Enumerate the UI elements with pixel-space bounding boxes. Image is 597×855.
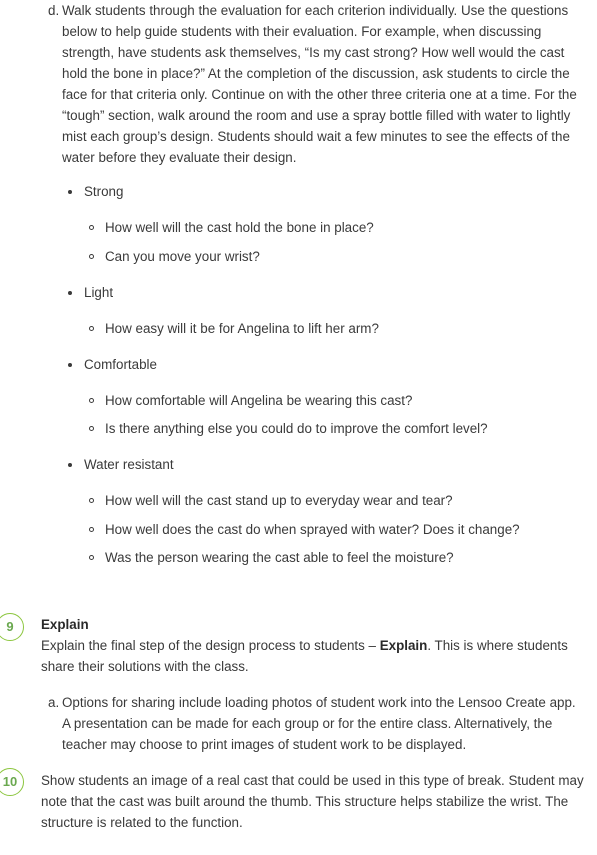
- question-item: Was the person wearing the cast able to …: [87, 547, 586, 568]
- question-text: How comfortable will Angelina be wearing…: [105, 393, 413, 408]
- question-text: Can you move your wrist?: [105, 249, 260, 264]
- bullet-circle-icon: [89, 527, 94, 532]
- item-d-text: Walk students through the evaluation for…: [62, 3, 577, 165]
- question-text: Was the person wearing the cast able to …: [105, 550, 454, 565]
- step-9-block: Explain Explain the final step of the de…: [41, 614, 586, 677]
- step-text-part: Explain the final step of the design pro…: [41, 638, 380, 653]
- question-item: How well will the cast stand up to every…: [87, 490, 586, 511]
- list-item-d: d. Walk students through the evaluation …: [48, 0, 584, 168]
- criterion-label: Strong: [84, 184, 124, 199]
- step-heading: Explain: [41, 617, 89, 632]
- bullet-dot-icon: [68, 291, 72, 295]
- criterion-label: Water resistant: [84, 457, 174, 472]
- bullet-circle-icon: [89, 555, 94, 560]
- criterion-strong: Strong: [66, 181, 586, 202]
- question-text: How well will the cast hold the bone in …: [105, 220, 374, 235]
- question-text: Is there anything else you could do to i…: [105, 421, 488, 436]
- question-item: How comfortable will Angelina be wearing…: [87, 390, 586, 411]
- bullet-dot-icon: [68, 363, 72, 367]
- bullet-circle-icon: [89, 498, 94, 503]
- question-item: How well will the cast hold the bone in …: [87, 217, 586, 238]
- bullet-dot-icon: [68, 190, 72, 194]
- criterion-comfortable: Comfortable: [66, 354, 586, 375]
- step-10-block: Show students an image of a real cast th…: [41, 770, 586, 833]
- bullet-circle-icon: [89, 326, 94, 331]
- bullet-dot-icon: [68, 463, 72, 467]
- bullet-circle-icon: [89, 225, 94, 230]
- question-item: Is there anything else you could do to i…: [87, 418, 586, 439]
- step-number-badge: 9: [0, 613, 24, 641]
- list-marker-a: a.: [48, 695, 60, 710]
- question-item: Can you move your wrist?: [87, 246, 586, 267]
- question-item: How well does the cast do when sprayed w…: [87, 519, 586, 540]
- criterion-label: Comfortable: [84, 357, 157, 372]
- step-text-bold: Explain: [379, 638, 428, 653]
- question-item: How easy will it be for Angelina to lift…: [87, 318, 586, 339]
- criterion-light: Light: [66, 282, 586, 303]
- step-number-badge: 10: [0, 768, 24, 796]
- question-text: How easy will it be for Angelina to lift…: [105, 321, 379, 336]
- criterion-water-resistant: Water resistant: [66, 454, 586, 475]
- list-marker-d: d.: [48, 3, 60, 18]
- bullet-circle-icon: [89, 426, 94, 431]
- step-10-text: Show students an image of a real cast th…: [41, 773, 584, 830]
- bullet-circle-icon: [89, 398, 94, 403]
- question-text: How well will the cast stand up to every…: [105, 493, 453, 508]
- list-item-a: a. Options for sharing include loading p…: [48, 692, 584, 755]
- item-a-text: Options for sharing include loading phot…: [62, 695, 576, 752]
- criteria-list: Strong How well will the cast hold the b…: [66, 181, 586, 568]
- criterion-label: Light: [84, 285, 114, 300]
- bullet-circle-icon: [89, 254, 94, 259]
- step-9-text: Explain the final step of the design pro…: [41, 635, 586, 677]
- question-text: How well does the cast do when sprayed w…: [105, 522, 520, 537]
